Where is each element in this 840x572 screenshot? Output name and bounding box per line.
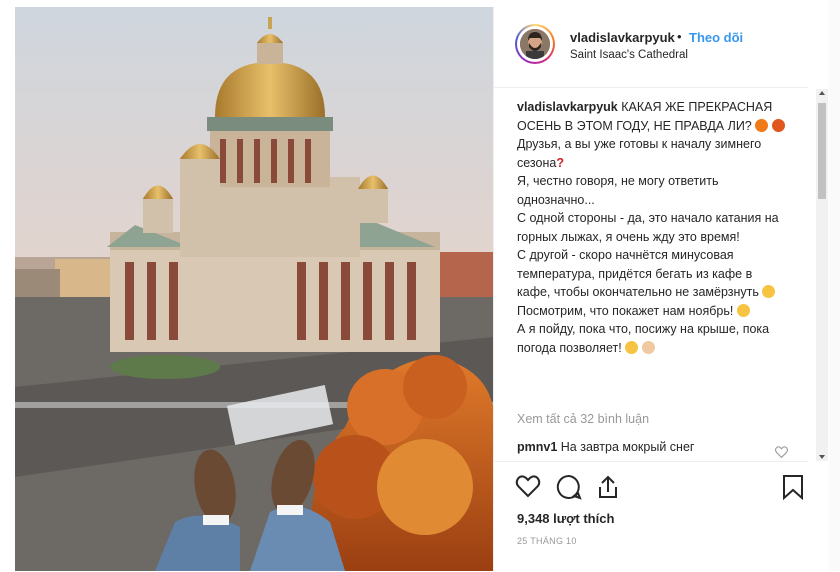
heart-icon	[515, 475, 541, 498]
scroll-up-arrow-icon[interactable]	[819, 91, 825, 95]
location-link[interactable]: Saint Isaac's Cathedral	[570, 49, 688, 61]
caption-username[interactable]: vladislavkarpyuk	[517, 100, 618, 114]
caption-line-5: С другой - скоро начнётся минусовая темп…	[517, 248, 759, 299]
post-date[interactable]: 25 THÁNG 10	[517, 536, 577, 546]
share-icon	[599, 475, 617, 498]
ok-hand-emoji-icon	[641, 340, 655, 354]
smile-emoji-icon	[762, 285, 776, 298]
post-actions: 9,348 lượt thích 25 THÁNG 10	[494, 461, 808, 572]
sunglasses-emoji-icon	[736, 303, 750, 317]
page-edge	[829, 0, 840, 571]
avatar[interactable]	[515, 24, 555, 64]
comment-button[interactable]	[556, 474, 584, 502]
caption-line-3: Я, честно говоря, не могу ответить одноз…	[517, 174, 719, 207]
comment-text: На завтра мокрый снег	[560, 440, 695, 454]
maple-leaf-emoji-icon	[771, 118, 785, 132]
bookmark-icon	[783, 475, 803, 501]
post-header: vladislavkarpyuk • Theo dõi Saint Isaac'…	[494, 7, 808, 88]
view-all-comments-link[interactable]: Xem tất cả 32 bình luận	[517, 412, 649, 426]
save-button[interactable]	[782, 474, 810, 502]
scrollbar-thumb[interactable]	[818, 103, 826, 199]
comment-row: pmnv1 На завтра мокрый снег	[517, 440, 694, 454]
post-photo[interactable]	[15, 7, 493, 571]
post-panel: vladislavkarpyuk • Theo dõi Saint Isaac'…	[493, 7, 830, 571]
header-username[interactable]: vladislavkarpyuk	[570, 30, 675, 45]
caption-line-4: С одной стороны - да, это начало катания…	[517, 211, 779, 244]
follow-button[interactable]: Theo dõi	[689, 30, 743, 45]
share-button[interactable]	[595, 474, 623, 502]
comment-icon	[556, 474, 582, 500]
comment-username[interactable]: pmnv1	[517, 440, 557, 454]
caption-line-6: Посмотрим, что покажет нам ноябрь!	[517, 303, 734, 318]
comment-like-icon[interactable]	[775, 446, 788, 460]
caption-line-2: Друзья, а вы уже готовы к началу зимнего…	[517, 137, 762, 170]
question-emoji-icon: ?	[556, 155, 564, 170]
fire-emoji-icon	[755, 118, 769, 132]
post-caption: vladislavkarpyuk КАКАЯ ЖЕ ПРЕКРАСНАЯ ОСЕ…	[517, 98, 789, 357]
comments-area: vladislavkarpyuk КАКАЯ ЖЕ ПРЕКРАСНАЯ ОСЕ…	[494, 88, 814, 460]
likes-count[interactable]: 9,348 lượt thích	[517, 511, 614, 526]
comments-scrollbar[interactable]	[816, 89, 828, 461]
scroll-down-arrow-icon[interactable]	[819, 455, 825, 459]
avatar-image	[520, 29, 550, 59]
laughing-emoji-icon	[625, 340, 639, 354]
separator-dot: •	[677, 29, 682, 44]
like-button[interactable]	[515, 474, 543, 502]
